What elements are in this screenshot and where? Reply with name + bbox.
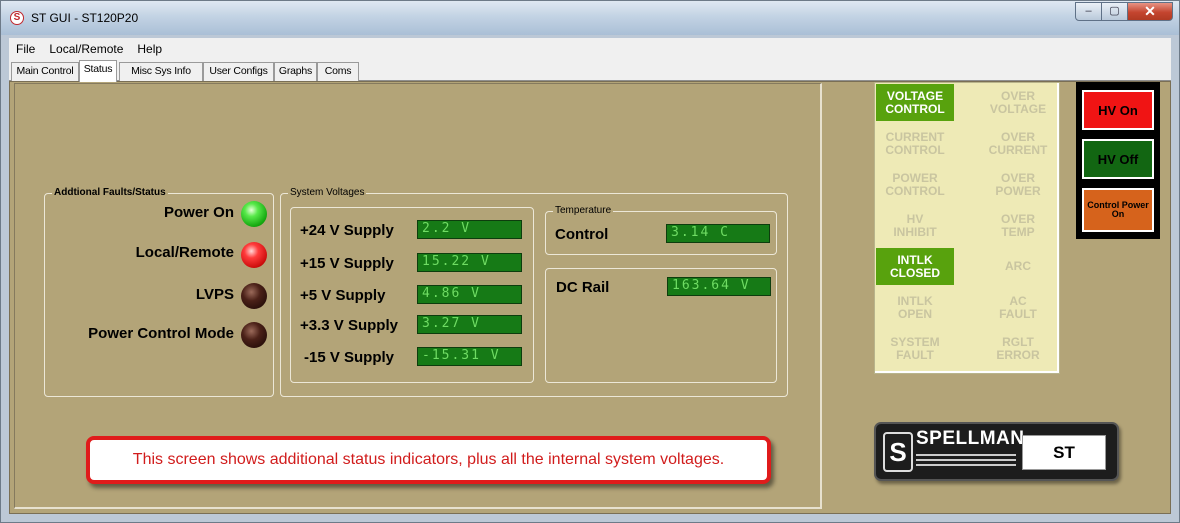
- system-voltages-title: System Voltages: [288, 187, 367, 198]
- menu-file[interactable]: File: [9, 42, 42, 56]
- supply-label-24v: +24 V Supply: [300, 222, 394, 239]
- fault-label-power-control-mode: Power Control Mode: [88, 325, 234, 342]
- indicator-intlk-closed: INTLK CLOSED: [876, 248, 954, 285]
- app-window: S ST GUI - ST120P20 – ▢ ✕ File Local/Rem…: [0, 0, 1180, 523]
- status-indicator-grid: VOLTAGE CONTROL OVER VOLTAGE CURRENT CON…: [874, 82, 1060, 374]
- window-controls: – ▢ ✕: [1075, 2, 1173, 21]
- power-control-mode-led-icon: [241, 322, 267, 348]
- minimize-button[interactable]: –: [1075, 2, 1102, 21]
- supply-label-3v3: +3.3 V Supply: [300, 317, 398, 334]
- supply-value-5v: 4.86 V: [417, 285, 522, 304]
- tab-coms[interactable]: Coms: [317, 62, 359, 81]
- logo-model-text: ST: [1022, 435, 1106, 470]
- faults-group-title: Addtional Faults/Status: [52, 187, 168, 198]
- menu-bar: File Local/Remote Help: [9, 38, 1171, 59]
- indicator-intlk-open: INTLK OPEN: [897, 293, 933, 321]
- fault-label-power-on: Power On: [163, 204, 234, 221]
- temperature-control-value: 3.14 C: [666, 224, 770, 243]
- fault-label-lvps: LVPS: [195, 286, 234, 303]
- hv-off-button[interactable]: HV Off: [1082, 139, 1154, 179]
- window-title: ST GUI - ST120P20: [31, 11, 139, 25]
- supply-value-15v: 15.22 V: [417, 253, 522, 272]
- supply-label-5v: +5 V Supply: [300, 287, 386, 304]
- temperature-title: Temperature: [553, 205, 614, 216]
- dc-rail-label: DC Rail: [556, 279, 610, 296]
- indicator-rglt-error: RGLT ERROR: [996, 334, 1040, 362]
- temperature-control-label: Control: [555, 226, 609, 243]
- spellman-s-icon: S: [10, 11, 24, 25]
- tab-graphs[interactable]: Graphs: [274, 62, 317, 81]
- indicator-over-power: OVER POWER: [995, 170, 1041, 198]
- control-power-button[interactable]: Control Power On: [1082, 188, 1154, 232]
- indicator-hv-inhibit: HV INHIBIT: [893, 211, 937, 239]
- power-on-led-icon: [241, 201, 267, 227]
- indicator-ac-fault: AC FAULT: [999, 293, 1037, 321]
- indicator-over-temp: OVER TEMP: [1000, 211, 1035, 239]
- supply-value-24v: 2.2 V: [417, 220, 522, 239]
- spellman-s-logo-icon: S: [883, 432, 913, 472]
- close-button[interactable]: ✕: [1127, 2, 1173, 21]
- menu-help[interactable]: Help: [130, 42, 169, 56]
- tab-strip: Main Control Status Misc Sys Info User C…: [9, 59, 1171, 82]
- indicator-over-voltage: OVER VOLTAGE: [989, 88, 1047, 116]
- tab-status[interactable]: Status: [79, 60, 117, 82]
- supply-label-neg15v: -15 V Supply: [304, 349, 395, 366]
- maximize-button[interactable]: ▢: [1101, 2, 1128, 21]
- indicator-power-control: POWER CONTROL: [885, 170, 945, 198]
- hv-on-button[interactable]: HV On: [1082, 90, 1154, 130]
- title-bar[interactable]: S ST GUI - ST120P20 – ▢ ✕: [1, 1, 1179, 35]
- spellman-logo: S SPELLMAN ST: [874, 422, 1119, 481]
- annotation-callout: This screen shows additional status indi…: [86, 436, 771, 484]
- supply-value-3v3: 3.27 V: [417, 315, 522, 334]
- fault-label-local-remote: Local/Remote: [135, 244, 234, 261]
- tab-misc-sys-info[interactable]: Misc Sys Info: [119, 62, 203, 81]
- logo-brand-text: SPELLMAN: [916, 428, 1025, 449]
- indicator-system-fault: SYSTEM FAULT: [890, 334, 940, 362]
- tab-main-control[interactable]: Main Control: [11, 62, 79, 81]
- menu-local-remote[interactable]: Local/Remote: [42, 42, 130, 56]
- indicator-arc: ARC: [1005, 259, 1031, 273]
- supply-label-15v: +15 V Supply: [300, 255, 394, 272]
- logo-stripes: [916, 454, 1016, 472]
- indicator-current-control: CURRENT CONTROL: [885, 129, 945, 157]
- indicator-over-current: OVER CURRENT: [988, 129, 1048, 157]
- hv-control-box: HV On HV Off Control Power On: [1076, 82, 1160, 239]
- supply-value-neg15v: -15.31 V: [417, 347, 522, 366]
- dc-rail-value: 163.64 V: [667, 277, 771, 296]
- lvps-led-icon: [241, 283, 267, 309]
- tab-user-configs[interactable]: User Configs: [203, 62, 274, 81]
- indicator-voltage-control: VOLTAGE CONTROL: [876, 84, 954, 121]
- local-remote-led-icon: [241, 242, 267, 268]
